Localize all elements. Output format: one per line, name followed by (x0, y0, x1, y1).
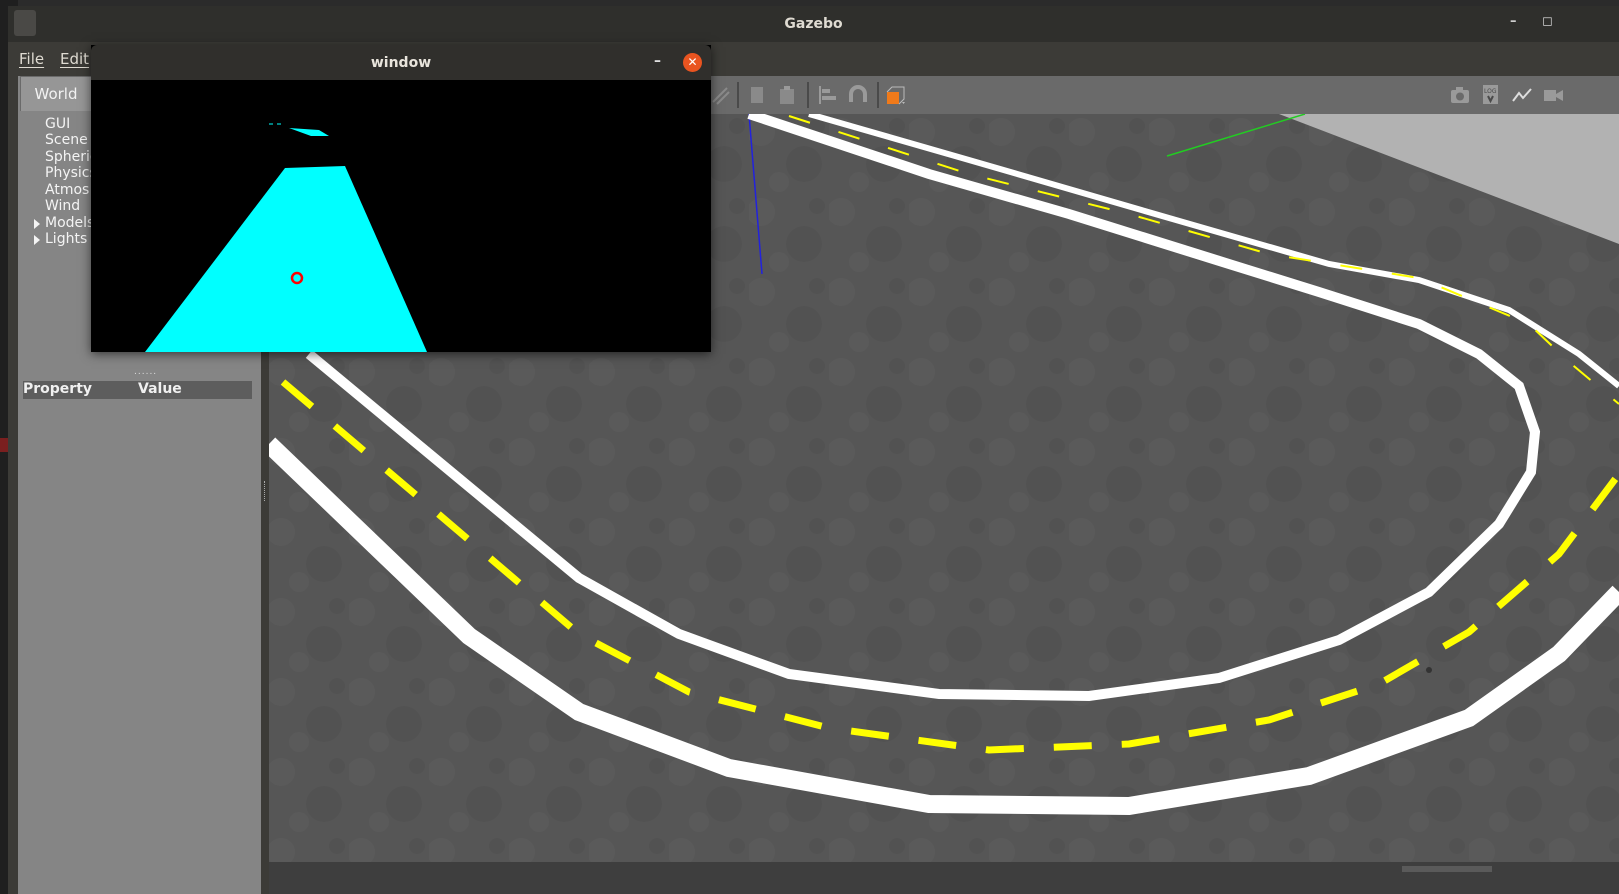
tree-item-lights[interactable]: Lights (45, 231, 87, 247)
tree-item-models[interactable]: Models (45, 215, 94, 231)
expand-arrow-icon[interactable] (34, 219, 40, 229)
align-icon[interactable] (817, 84, 839, 106)
camera-image (91, 80, 711, 352)
plot-icon[interactable] (1511, 84, 1533, 106)
menu-file[interactable]: File (19, 50, 44, 68)
toolbar-separator (877, 82, 879, 108)
tree-item-spheric[interactable]: Spheric (45, 149, 98, 165)
snap-icon[interactable] (847, 84, 869, 106)
menu-edit[interactable]: Edit (60, 50, 89, 68)
property-column-header[interactable]: Property (23, 381, 92, 397)
toolbar-separator (737, 82, 739, 108)
value-column-header[interactable]: Value (138, 381, 182, 397)
camera-window-title: window (370, 54, 432, 71)
log-icon[interactable]: LOG (1480, 84, 1502, 106)
resize-grip (264, 481, 267, 501)
camera-window-titlebar[interactable]: window – ✕ (91, 45, 711, 80)
expand-arrow-icon[interactable] (34, 235, 40, 245)
camera-close-button[interactable]: ✕ (683, 53, 702, 72)
select-tool-icon[interactable] (709, 84, 731, 106)
robot-marker[interactable] (1426, 667, 1432, 673)
camera-view-window: window – ✕ (91, 45, 711, 352)
change-color-icon[interactable] (885, 84, 907, 106)
tree-item-physics[interactable]: Physics (45, 165, 97, 181)
status-bar (269, 862, 1619, 894)
toolbar-separator (807, 82, 809, 108)
minimize-button[interactable]: – (1510, 14, 1517, 29)
gazebo-titlebar: Gazebo – ◻ (8, 6, 1619, 42)
screenshot-icon[interactable] (1449, 84, 1471, 106)
tree-item-scene[interactable]: Scene (45, 132, 88, 148)
copy-icon[interactable] (747, 84, 769, 106)
log-label: LOG (1484, 88, 1497, 95)
tree-item-atmos[interactable]: Atmos (45, 182, 89, 198)
window-title: Gazebo (784, 16, 843, 32)
desktop-marker (0, 438, 8, 452)
tree-item-wind[interactable]: Wind (45, 198, 80, 214)
paste-icon[interactable] (777, 84, 799, 106)
app-menu-button[interactable] (14, 10, 36, 36)
maximize-button[interactable]: ◻ (1542, 14, 1553, 29)
camera-minimize-button[interactable]: – (654, 53, 661, 69)
video-icon[interactable] (1542, 84, 1564, 106)
property-table-header: Property Value (23, 381, 252, 399)
status-scroll-thumb[interactable] (1402, 866, 1492, 872)
tab-world[interactable]: World (20, 76, 92, 111)
panel-splitter[interactable]: ...... (134, 367, 157, 377)
tree-item-gui[interactable]: GUI (45, 116, 70, 132)
